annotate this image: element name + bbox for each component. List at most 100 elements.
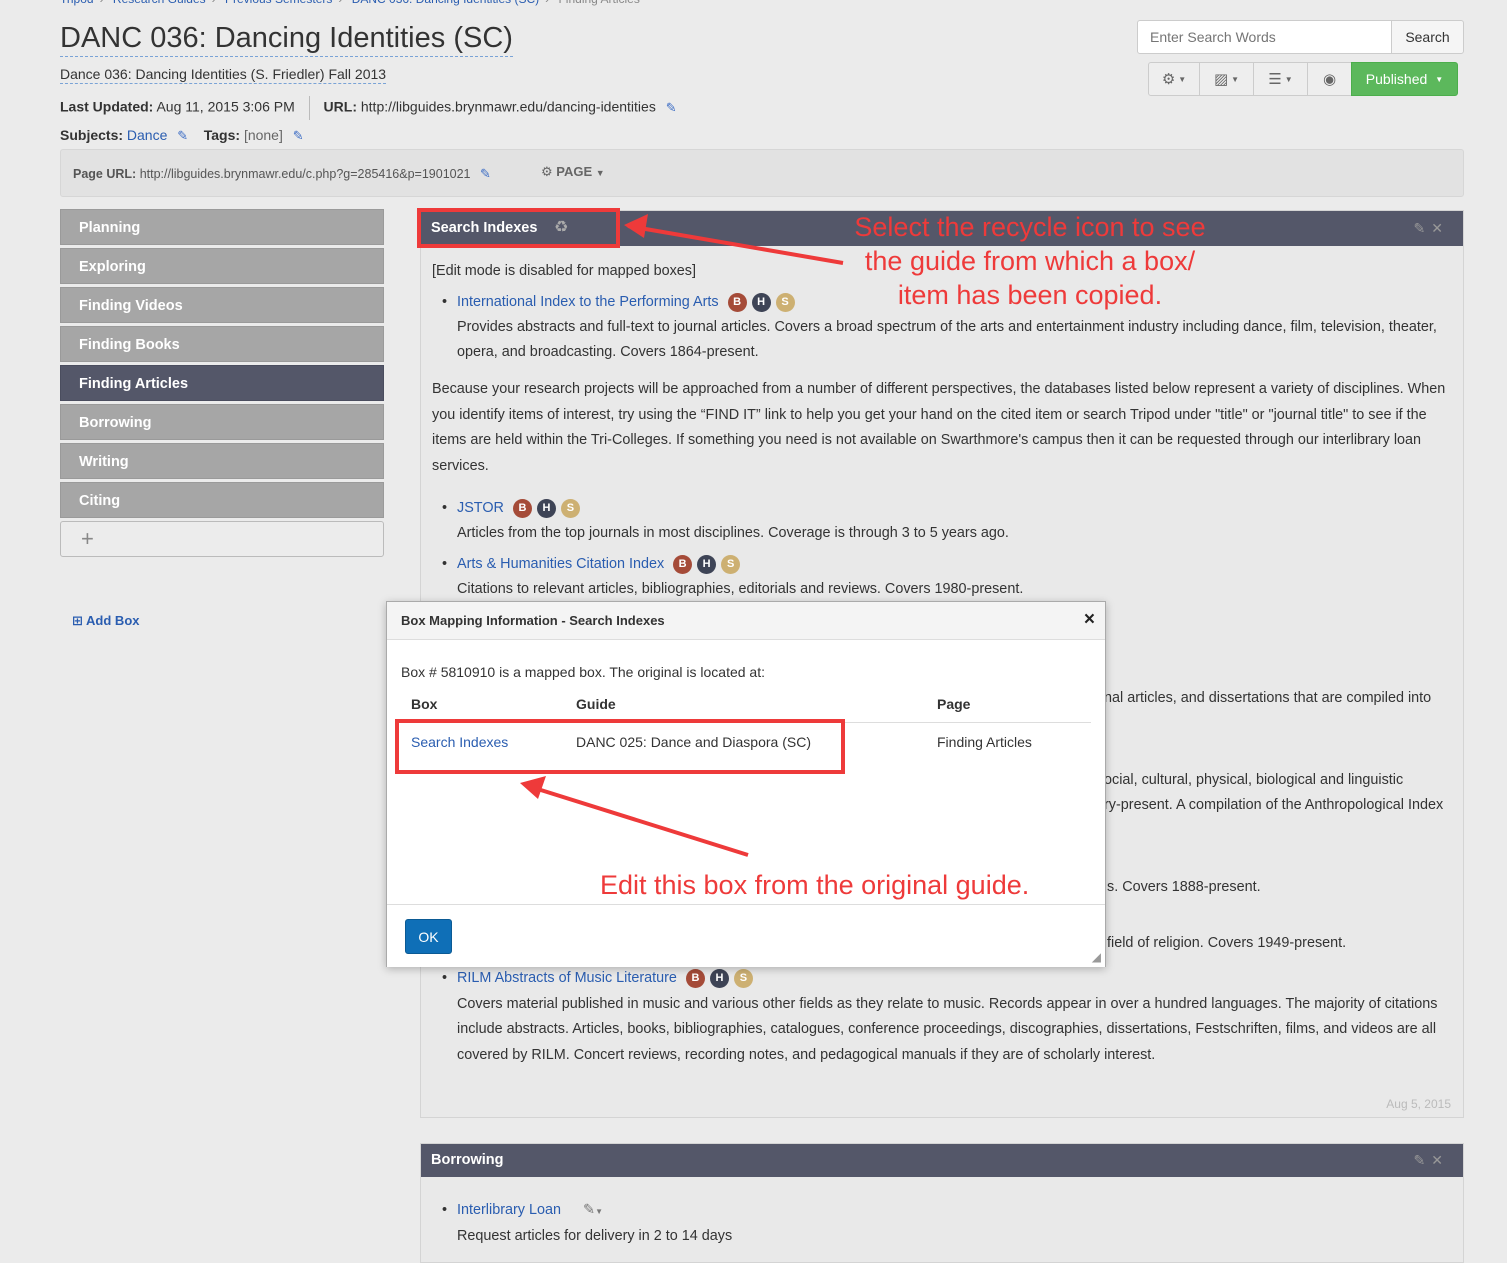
collapse-icon[interactable]: ✕ [1431,1152,1449,1168]
intro-paragraph: Because your research projects will be a… [432,381,1446,474]
nav-item-exploring[interactable]: Exploring [60,248,384,284]
database-link[interactable]: RILM Abstracts of Music Literature [457,970,677,986]
bryn-mawr-badge: B [673,554,693,574]
add-box-label: Add Box [86,613,140,628]
caret-down-icon: ▼ [1231,74,1240,84]
nav-item-citing[interactable]: Citing [60,482,384,518]
divider [308,96,310,120]
swarthmore-badge: S [733,968,753,988]
nav-item-finding-books[interactable]: Finding Books [60,326,384,362]
box-controls: ✎✕ [1414,1152,1449,1169]
nav-item-finding-videos[interactable]: Finding Videos [60,287,384,323]
breadcrumb-item: Finding Articles [558,0,639,6]
subject-link-dance[interactable]: Dance [127,127,167,143]
gears-icon: ⚙ [541,164,553,179]
layout-icon: ☰ [1268,71,1282,88]
settings-dropdown[interactable]: ⚙ ▼ [1148,62,1200,96]
interlibrary-loan-link[interactable]: Interlibrary Loan [457,1202,561,1218]
search-input[interactable] [1137,20,1392,54]
page-url-bar: Page URL: http://libguides.brynmawr.edu/… [60,149,1464,197]
guide-toolbar: ⚙ ▼ ▨ ▼ ☰ ▼ ◉ Published ▼ [1148,62,1458,96]
box-title: Borrowing [431,1152,504,1168]
image-icon: ▨ [1213,71,1229,88]
tags-label: Tags: [203,127,241,143]
pencil-icon[interactable]: ✎ [480,166,491,181]
page-menu-button[interactable]: ⚙ PAGE ▼ [541,164,605,180]
modal-header: Box Mapping Information - Search Indexes… [387,602,1105,640]
annotation-line: Select the recycle icon to see [854,212,1206,242]
swarthmore-badge: S [775,292,795,312]
haverford-badge: H [709,968,729,988]
pencil-icon[interactable]: ✎ [293,128,304,143]
page-url-label: Page URL: [73,167,137,181]
last-updated-value: Aug 11, 2015 3:06 PM [156,98,295,115]
hidden-text-fragment: s. Covers 1888-present. [1107,879,1261,895]
modal-body: Box # 5810910 is a mapped box. The origi… [401,664,1091,680]
preview-button[interactable]: ◉ [1307,62,1352,96]
database-link[interactable]: JSTOR [457,500,504,516]
close-icon[interactable]: × [1084,609,1095,631]
add-page-button[interactable]: + [60,521,384,557]
annotation-highlight-box-title [417,208,620,248]
box-mapping-modal: Box Mapping Information - Search Indexes… [386,601,1106,967]
bryn-mawr-badge: B [685,968,705,988]
annotation-note-recycle: Select the recycle icon to see the guide… [820,210,1240,312]
box-content: • Interlibrary Loan ✎▼ Request articles … [432,1198,1432,1249]
layout-dropdown[interactable]: ☰ ▼ [1253,62,1308,96]
page-url-value: http://libguides.brynmawr.edu/c.php?g=28… [139,167,471,181]
nav-item-planning[interactable]: Planning [60,209,384,245]
published-label: Published [1365,71,1428,87]
edit-dropdown-icon[interactable]: ✎▼ [583,1202,603,1218]
breadcrumb-item[interactable]: Previous Semesters [225,0,332,6]
database-description: Covers material published in music and v… [457,995,1438,1063]
ok-button[interactable]: OK [405,919,452,954]
pencil-icon[interactable]: ✎ [177,128,188,143]
hidden-text-fragment: ocial, cultural, physical, biological an… [1104,772,1404,788]
nav-item-finding-articles[interactable]: Finding Articles [60,365,384,401]
edit-icon[interactable]: ✎ [1414,1152,1432,1168]
bryn-mawr-badge: B [727,292,747,312]
haverford-badge: H [697,554,717,574]
image-dropdown[interactable]: ▨ ▼ [1199,62,1254,96]
haverford-badge: H [536,498,556,518]
nav-item-writing[interactable]: Writing [60,443,384,479]
collapse-icon[interactable]: ✕ [1431,220,1449,236]
column-header-page: Page [937,696,1091,723]
guide-subtitle[interactable]: Dance 036: Dancing Identities (S. Friedl… [60,65,387,84]
subjects-label: Subjects: [60,127,124,143]
breadcrumb-item[interactable]: Research Guides [113,0,206,6]
modal-title: Box Mapping Information - Search Indexes [401,613,665,628]
bullet: • [442,970,448,986]
list-item: JSTOR BHS Articles from the top journals… [432,496,1447,546]
annotation-line: the guide from which a box/ [864,246,1196,276]
mapping-info: Box # 5810910 is a mapped box. The origi… [401,664,765,680]
add-box-button[interactable]: ⊞ Add Box [72,613,140,629]
last-updated-label: Last Updated: [60,98,154,115]
database-description: Articles from the top journals in most d… [457,525,1009,541]
breadcrumb-item[interactable]: DANC 036: Dancing Identities (SC) [352,0,539,6]
breadcrumb: Tripod› Research Guides› Previous Semest… [60,0,640,6]
annotation-note-edit: Edit this box from the original guide. [600,870,1030,900]
swarthmore-badge: S [721,554,741,574]
tags-value: [none] [243,127,283,143]
database-link[interactable]: Arts & Humanities Citation Index [457,556,664,572]
caret-down-icon: ▼ [1284,74,1293,84]
breadcrumb-item[interactable]: Tripod [60,0,94,6]
edit-icon[interactable]: ✎ [1414,220,1432,236]
database-description: Citations to relevant articles, bibliogr… [457,581,1024,597]
pencil-icon[interactable]: ✎ [666,100,677,115]
item-description: Request articles for delivery in 2 to 14… [457,1228,733,1244]
guide-title[interactable]: DANC 036: Dancing Identities (SC) [60,20,513,57]
published-dropdown[interactable]: Published ▼ [1351,62,1458,96]
database-link[interactable]: International Index to the Performing Ar… [457,294,719,310]
list-item: • Interlibrary Loan ✎▼ Request articles … [432,1198,1432,1249]
eye-icon: ◉ [1322,71,1337,88]
caret-down-icon: ▼ [1435,74,1444,84]
gear-icon: ⚙ [1161,71,1176,88]
caret-down-icon: ▼ [1178,74,1187,84]
resize-handle-icon[interactable]: ◢ [1092,950,1101,964]
nav-item-borrowing[interactable]: Borrowing [60,404,384,440]
list-item: • RILM Abstracts of Music Literature BHS… [432,966,1447,1068]
page-url: Page URL: http://libguides.brynmawr.edu/… [73,166,491,182]
search-button[interactable]: Search [1391,20,1464,54]
